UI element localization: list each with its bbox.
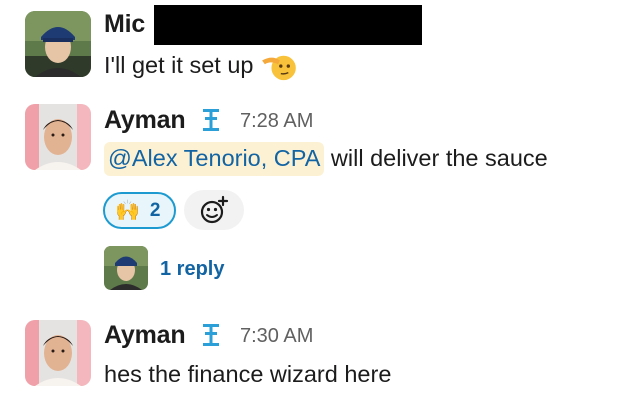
redacted-name (154, 5, 422, 45)
message-text: hes the finance wizard here (104, 361, 392, 387)
message-feed: Mic I'll get it set up Ayman 7:28 AM @Al… (0, 0, 636, 410)
avatar-ayman[interactable] (25, 104, 91, 170)
saluting-face-icon (259, 52, 297, 82)
add-reaction-button[interactable] (184, 190, 244, 230)
add-reaction-icon (200, 195, 229, 224)
timestamp[interactable]: 7:30 AM (240, 325, 313, 348)
timestamp[interactable]: 7:28 AM (240, 110, 313, 133)
author-name[interactable]: Mic (104, 10, 145, 39)
avatar-ayman[interactable] (25, 320, 91, 386)
message-mic[interactable]: Mic I'll get it set up (0, 0, 636, 95)
author-name[interactable]: Ayman (104, 106, 186, 135)
message-ayman-2[interactable]: Ayman 7:30 AM hes the finance wizard her… (0, 310, 636, 410)
message-text: I'll get it set up (104, 52, 297, 82)
app-badge-icon[interactable] (202, 108, 220, 132)
user-mention[interactable]: @Alex Tenorio, CPA (104, 142, 325, 176)
thread-reply-link[interactable]: 1 reply (160, 258, 224, 281)
message-ayman-1[interactable]: Ayman 7:28 AM @Alex Tenorio, CPA will de… (0, 95, 636, 295)
message-text: @Alex Tenorio, CPA will deliver the sauc… (104, 142, 548, 176)
reaction-count: 2 (149, 199, 161, 221)
reaction-pill[interactable]: 🙌 2 (103, 192, 176, 229)
avatar-mic[interactable] (25, 11, 91, 77)
author-name[interactable]: Ayman (104, 321, 186, 350)
raised-hands-icon: 🙌 (115, 199, 140, 222)
thread-reply-avatar[interactable] (104, 246, 148, 290)
app-badge-icon[interactable] (202, 323, 220, 347)
